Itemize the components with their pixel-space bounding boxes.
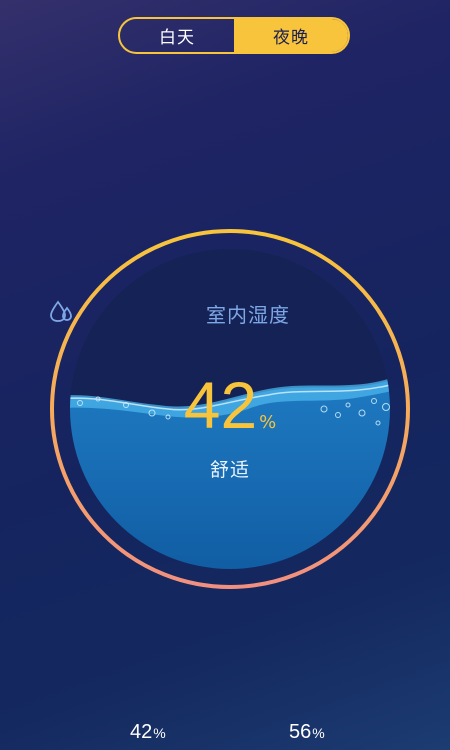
tab-night[interactable]: 夜晚 (234, 19, 348, 52)
humidity-title-row: 室内湿度 (48, 299, 412, 328)
tab-day[interactable]: 白天 (120, 19, 234, 52)
reading-right: 56% (289, 721, 325, 744)
humidity-gauge: 室内湿度 42% 舒适 (48, 227, 412, 591)
water-drops-icon (50, 300, 196, 327)
reading-left-unit: % (153, 725, 166, 741)
humidity-unit: % (259, 412, 277, 433)
reading-left-value: 42 (130, 721, 153, 743)
humidity-number: 42 (183, 368, 258, 442)
day-night-toggle[interactable]: 白天 夜晚 (118, 17, 350, 54)
humidity-screen: { "mode_toggle": { "options": [ {"label"… (0, 0, 450, 750)
humidity-title: 室内湿度 (206, 303, 290, 327)
reading-right-unit: % (312, 725, 325, 741)
reading-right-value: 56 (289, 721, 312, 743)
humidity-value: 42% (48, 372, 412, 438)
reading-left: 42% (130, 721, 166, 744)
comfort-status: 舒适 (209, 459, 250, 481)
